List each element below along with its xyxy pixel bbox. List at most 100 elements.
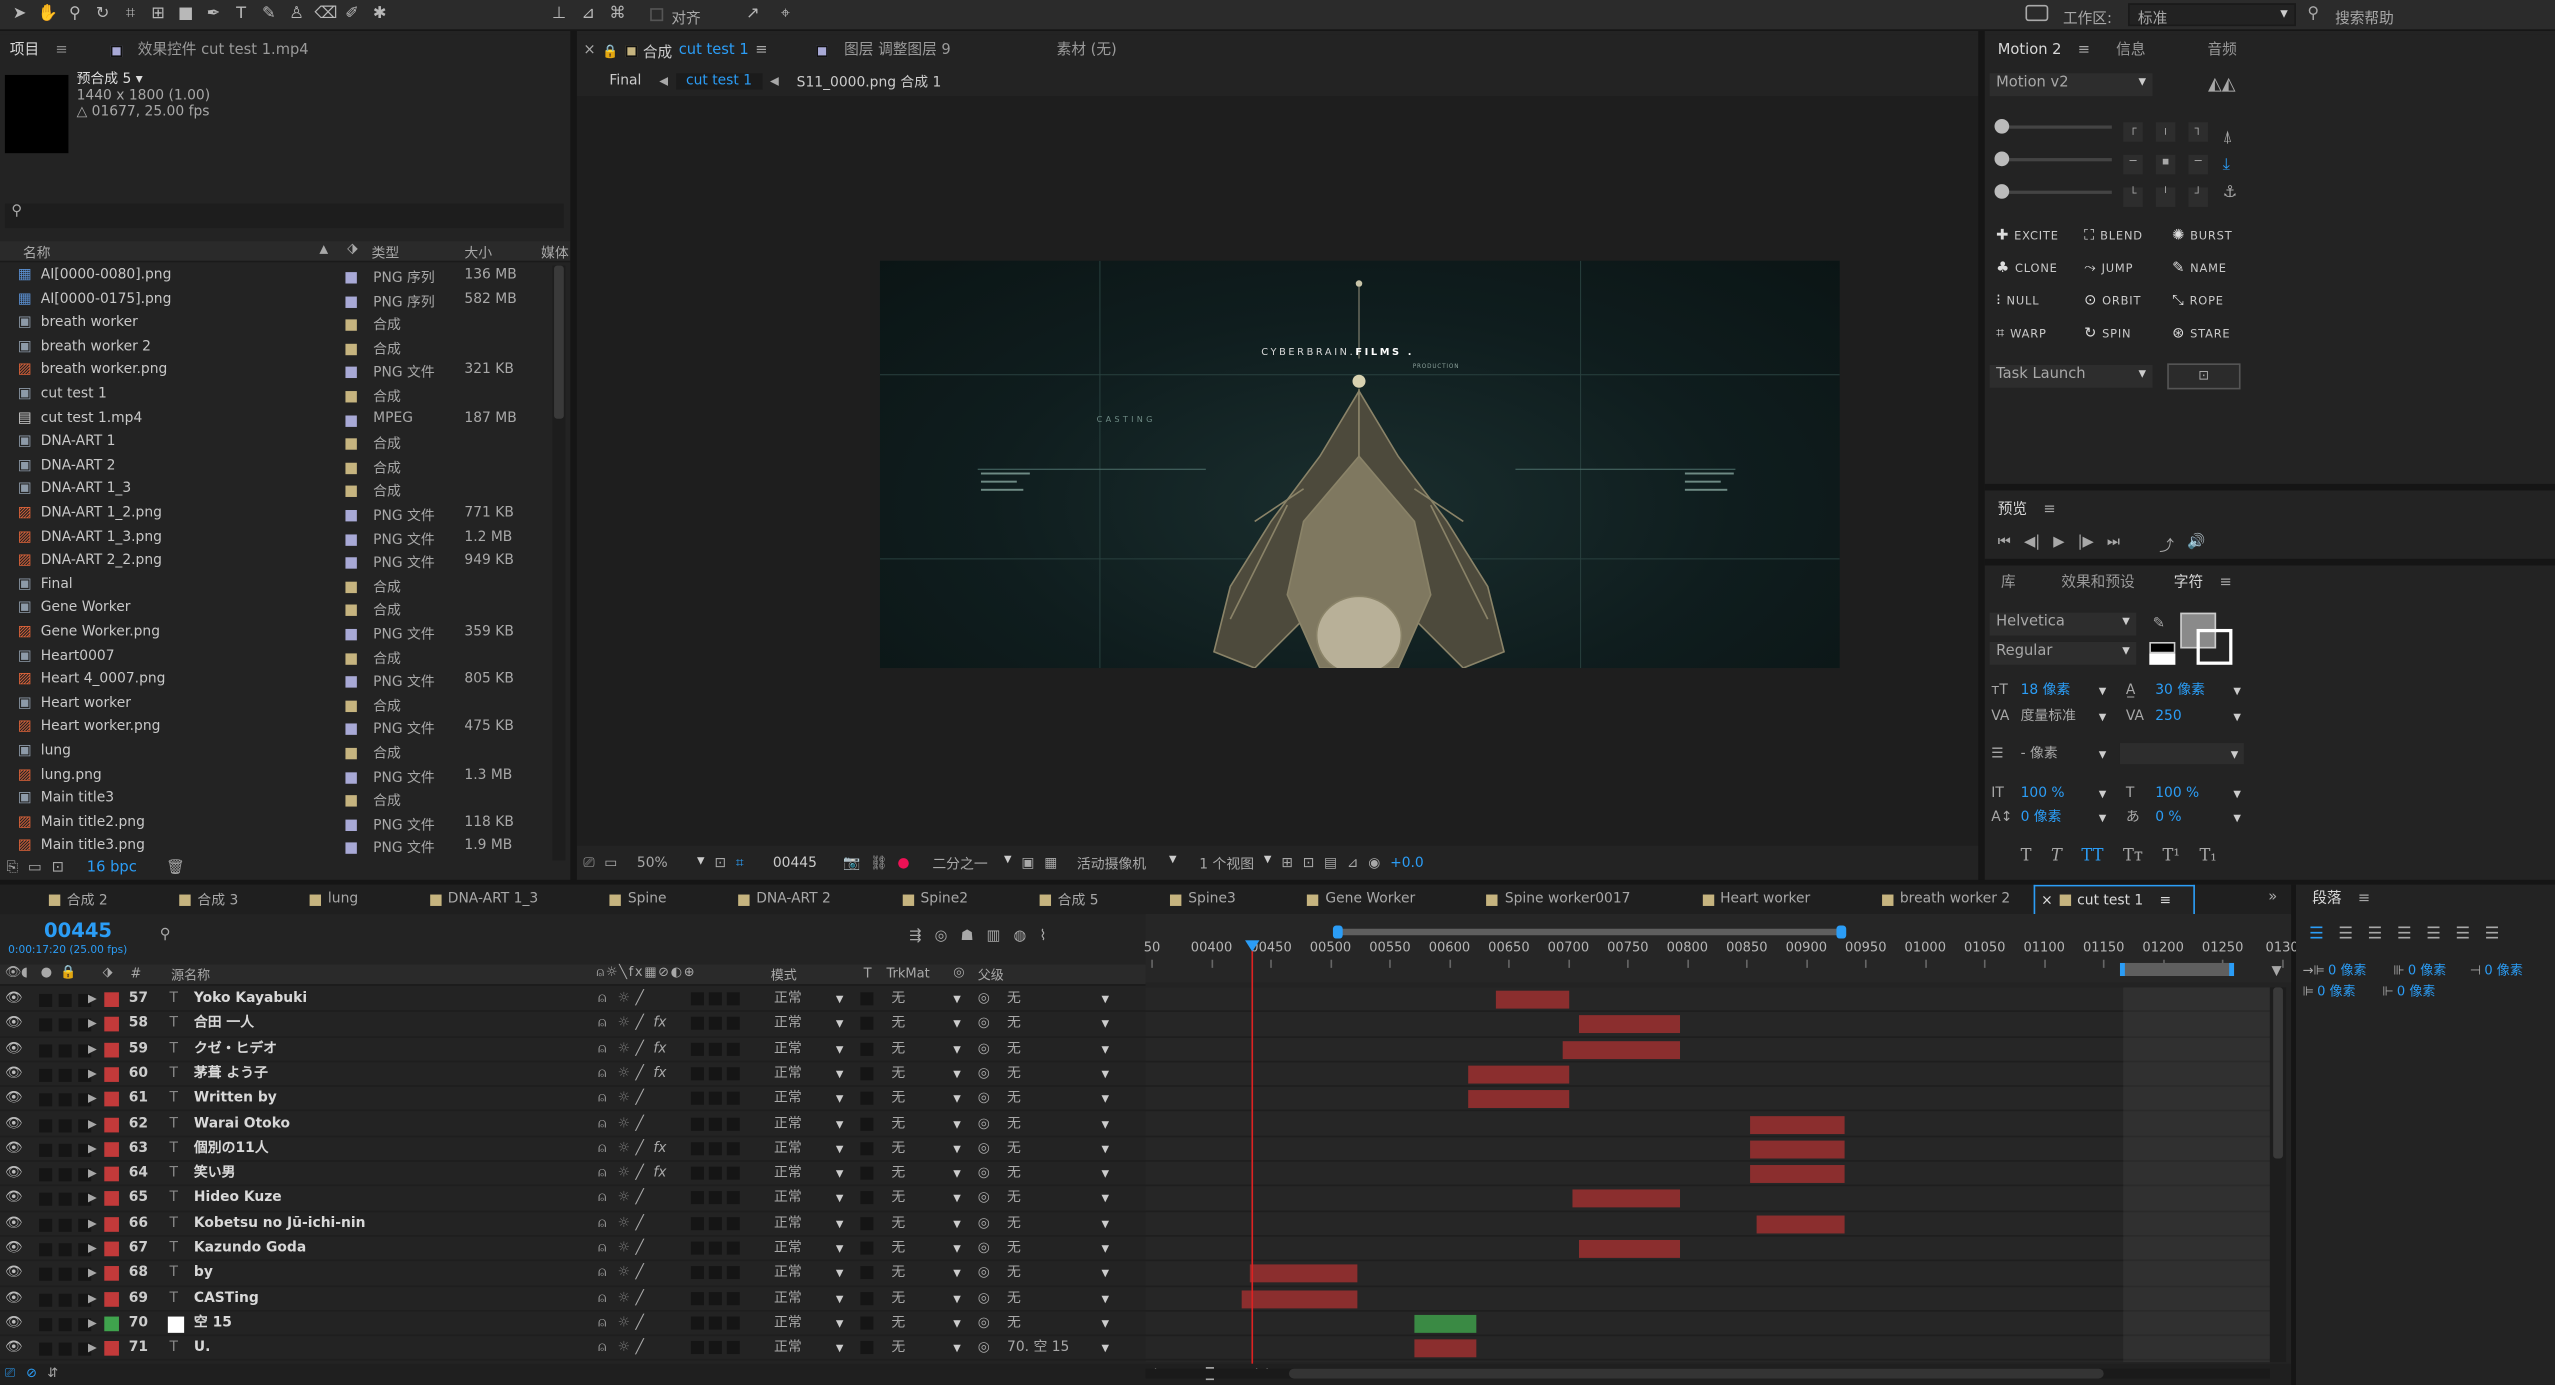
slider-1[interactable]	[1994, 118, 2112, 134]
layer-row[interactable]: 👁 ▶ 69 T CASTing ⍝ ☼ ╱ 正常 ▼ 无 ▼ ◎ 无 ▼	[0, 1287, 1146, 1312]
parent-value[interactable]: 无	[1007, 1112, 1021, 1136]
solo-toggle[interactable]	[58, 1143, 72, 1157]
project-item[interactable]: ▦ AI[0000-0080].png PNG 序列 136 MB	[0, 266, 549, 290]
motion-burst-button[interactable]: ✺ BURST	[2172, 228, 2232, 244]
solo-toggle[interactable]	[58, 1268, 72, 1282]
flowchart-icon[interactable]: ⊿	[1347, 855, 1359, 871]
eye-icon[interactable]: 👁	[5, 965, 22, 980]
motion-blur-toggle[interactable]	[708, 1341, 722, 1355]
label-color-swatch[interactable]	[345, 843, 357, 855]
all-caps-button[interactable]: TT	[2081, 847, 2103, 865]
search-help-field[interactable]: 搜索帮助	[2335, 7, 2394, 28]
motion-warp-button[interactable]: ⌗ WARP	[1996, 326, 2047, 342]
shy-switch-icon[interactable]: ⍝	[598, 1311, 606, 1335]
first-frame-icon[interactable]: ⏮	[1998, 534, 2011, 555]
last-frame-icon[interactable]: ⏭	[2107, 534, 2120, 555]
project-item[interactable]: ▨ Main title2.png PNG 文件 118 KB	[0, 813, 549, 837]
audio-icon[interactable]: ◖	[21, 965, 28, 980]
audio-toggle[interactable]	[39, 1318, 53, 1332]
motion-rope-button[interactable]: ⤡ ROPE	[2172, 293, 2224, 309]
fx-switch-icon[interactable]: fx	[653, 1062, 666, 1086]
audio-toggle[interactable]	[39, 993, 53, 1007]
trash-icon[interactable]: 🗑	[166, 860, 185, 876]
shy-switch-icon[interactable]: ⍝	[598, 1237, 606, 1261]
trkmat-value[interactable]: 无	[891, 1087, 905, 1111]
layer-name[interactable]: Warai Otoko	[194, 1112, 290, 1136]
ruler-end-icon[interactable]: ▼	[2272, 963, 2282, 978]
timeline-tab[interactable]: DNA-ART 2	[689, 885, 853, 914]
stroke-width-value[interactable]: - 像素	[2021, 743, 2099, 768]
anchor-icon[interactable]: ⚓	[2223, 184, 2238, 202]
audio-toggle[interactable]	[39, 1043, 53, 1057]
motion-spin-button[interactable]: ↻ SPIN	[2084, 326, 2131, 342]
kerning-value[interactable]: 度量标准	[2021, 705, 2099, 730]
column-name[interactable]: 名称	[23, 243, 51, 262]
slider-2[interactable]	[1994, 151, 2112, 167]
adjustment-toggle[interactable]	[726, 1191, 740, 1205]
collapse-switch-icon[interactable]: ☼	[618, 1287, 630, 1311]
anchor-tr-button[interactable]: ┐	[2188, 122, 2208, 142]
tab-footage[interactable]: 素材 (无)	[1047, 37, 1127, 63]
region-of-interest-icon[interactable]: ▣	[1021, 855, 1034, 871]
parent-value[interactable]: 无	[1007, 1087, 1021, 1111]
project-search-input[interactable]: ⚲	[4, 203, 564, 229]
preserve-transparency-toggle[interactable]	[860, 1042, 874, 1056]
adjustment-toggle[interactable]	[726, 1092, 740, 1106]
anchor-br-button[interactable]: ┘	[2188, 187, 2208, 207]
fast-preview-icon[interactable]: ⊡	[1303, 855, 1315, 871]
project-item[interactable]: ▤ cut test 1.mp4 MPEG 187 MB	[0, 408, 549, 432]
eyedropper-icon[interactable]: ✎	[2153, 616, 2165, 632]
layer-name[interactable]: Kazundo Goda	[194, 1237, 306, 1261]
workspace-dropdown[interactable]: 标准 ▼	[2128, 3, 2296, 28]
layer-name[interactable]: クゼ・ヒデオ	[194, 1037, 277, 1061]
monitor-icon[interactable]: ▭	[604, 855, 617, 871]
motion-orbit-button[interactable]: ⊙ ORBIT	[2084, 293, 2141, 309]
snap-target-icon[interactable]: ⌖	[776, 5, 796, 25]
frame-blend-toggle[interactable]	[690, 1216, 704, 1230]
trkmat-value[interactable]: 无	[891, 1336, 905, 1360]
panel-menu-icon[interactable]: ≡	[2219, 575, 2231, 591]
visibility-eye-icon[interactable]: 👁	[5, 1187, 23, 1211]
solo-toggle[interactable]	[58, 1243, 72, 1257]
align-center-icon[interactable]: ☰	[2338, 925, 2353, 943]
layer-label-color[interactable]	[104, 1316, 119, 1332]
expand-arrow-icon[interactable]: ▶	[88, 1062, 97, 1086]
font-size-value[interactable]: 18 像素	[2021, 679, 2099, 704]
solo-toggle[interactable]	[58, 993, 72, 1007]
current-time-indicator[interactable]	[1251, 943, 1254, 1364]
pen-tool-icon[interactable]: ✒	[204, 5, 224, 25]
collapse-switch-icon[interactable]: ☼	[618, 1262, 630, 1286]
label-color-swatch[interactable]	[345, 557, 357, 569]
previous-frame-icon[interactable]: ◀︎|	[2024, 534, 2040, 555]
collapse-switch-icon[interactable]: ☼	[618, 1237, 630, 1261]
collapse-switch-icon[interactable]: ☼	[618, 1037, 630, 1061]
adjustment-toggle[interactable]	[726, 1067, 740, 1081]
layer-name[interactable]: Hideo Kuze	[194, 1187, 282, 1211]
adjustment-toggle[interactable]	[726, 1116, 740, 1130]
visibility-eye-icon[interactable]: 👁	[5, 1262, 23, 1286]
search-icon[interactable]: ⚲	[2307, 5, 2319, 23]
expand-arrow-icon[interactable]: ▶	[88, 1287, 97, 1311]
layer-label-color[interactable]	[104, 1241, 119, 1257]
tracking-value[interactable]: 250	[2155, 705, 2233, 730]
visibility-eye-icon[interactable]: 👁	[5, 1062, 23, 1086]
layer-row[interactable]: 👁 ▶ 66 T Kobetsu no Jū-ichi-nin ⍝ ☼ ╱ 正常 ▼ 无 ▼ ◎ 无 ▼	[0, 1212, 1146, 1237]
stroke-color-swatch[interactable]	[2196, 628, 2233, 665]
parent-pickwhip-icon[interactable]: ◎	[978, 1212, 990, 1236]
shy-switch-icon[interactable]: ⍝	[598, 1212, 606, 1236]
breadcrumb-cut-test-1[interactable]: cut test 1	[676, 73, 762, 90]
expand-arrow-icon[interactable]: ▶	[88, 1187, 97, 1211]
frame-blend-toggle[interactable]	[690, 1316, 704, 1330]
zoom-tool-icon[interactable]: ⚲	[65, 5, 85, 25]
quality-switch-icon[interactable]: ╱	[636, 1087, 644, 1111]
project-item[interactable]: ▣ DNA-ART 1 合成	[0, 432, 549, 456]
parent-pickwhip-icon[interactable]: ◎	[978, 987, 990, 1011]
motion-blur-toggle[interactable]	[708, 1166, 722, 1180]
parent-pickwhip-icon[interactable]: ◎	[978, 1237, 990, 1261]
solo-toggle[interactable]	[58, 1043, 72, 1057]
more-tabs-icon[interactable]: »	[2268, 890, 2277, 906]
toggle-stretch-icon[interactable]: ⇵	[47, 1365, 58, 1380]
parent-value[interactable]: 无	[1007, 1012, 1021, 1036]
toggle-pixel-icon[interactable]: ⊞	[1281, 855, 1293, 871]
adjustment-toggle[interactable]	[726, 1017, 740, 1031]
